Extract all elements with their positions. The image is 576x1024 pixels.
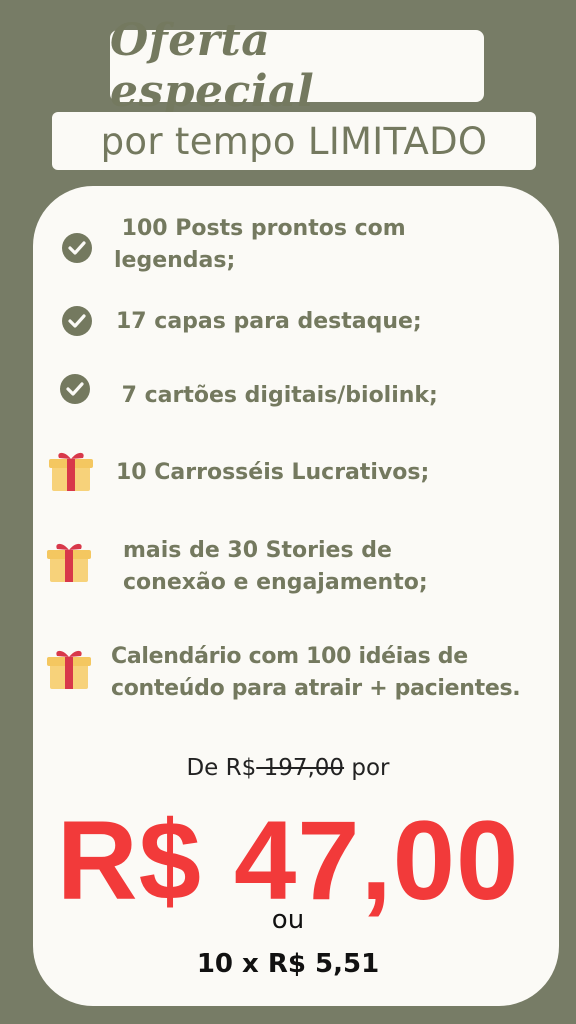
check-circle-icon xyxy=(62,306,92,336)
price-prefix: De R$ xyxy=(186,755,257,781)
item-text-line: mais de 30 Stories de xyxy=(123,538,392,563)
list-item: 100 Posts prontos com legendas; xyxy=(114,213,406,277)
page-subtitle: por tempo LIMITADO xyxy=(100,119,488,163)
title-banner: Oferta especial xyxy=(110,15,484,117)
item-text-line: conteúdo para atrair + pacientes. xyxy=(111,676,521,701)
list-item: 10 Carrosséis Lucrativos; xyxy=(116,457,429,489)
subtitle-banner: por tempo LIMITADO xyxy=(52,112,536,170)
list-item: 17 capas para destaque; xyxy=(116,306,422,338)
item-text-line: 100 Posts prontos com xyxy=(114,216,406,241)
struck-price: 197,00 xyxy=(256,755,345,781)
list-item: 7 cartões digitais/biolink; xyxy=(114,380,438,412)
price-suffix: por xyxy=(344,755,390,781)
page-title: Oferta especial xyxy=(110,15,315,117)
item-text-line: 10 Carrosséis Lucrativos; xyxy=(116,460,430,485)
gift-icon xyxy=(49,452,93,491)
item-text-line: legendas; xyxy=(114,248,236,273)
check-circle-icon xyxy=(60,374,90,404)
item-text-line: 7 cartões digitais/biolink; xyxy=(114,383,438,408)
list-item: Calendário com 100 idéias de conteúdo pa… xyxy=(111,641,521,705)
list-item: mais de 30 Stories de conexão e engajame… xyxy=(123,535,428,599)
or-label: ou xyxy=(271,905,305,935)
original-price: De R$ 197,00 por xyxy=(0,755,576,781)
item-text-line: 17 capas para destaque; xyxy=(116,309,422,334)
item-text-line: conexão e engajamento; xyxy=(123,570,428,595)
check-circle-icon xyxy=(62,233,92,263)
gift-icon xyxy=(47,650,91,689)
item-text-line: Calendário com 100 idéias de xyxy=(111,644,468,669)
installment-price: 10 x R$ 5,51 xyxy=(196,949,380,979)
gift-icon xyxy=(47,543,91,582)
